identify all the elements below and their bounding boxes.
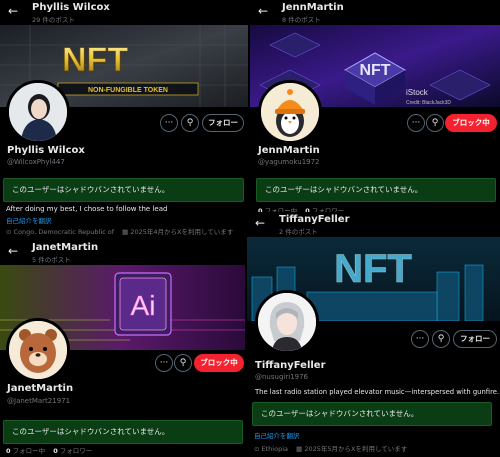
- translate-bio-link[interactable]: 自己紹介を翻訳: [254, 430, 300, 440]
- shadowban-status-banner: このユーザーはシャドウバンされていません。: [3, 178, 244, 202]
- shadowban-status-banner: このユーザーはシャドウバンされていません。: [3, 420, 243, 444]
- display-name: JennMartin: [258, 145, 320, 156]
- watermark-credit: Credit: BlackJack3D: [406, 100, 451, 106]
- back-arrow-icon[interactable]: ←: [8, 4, 18, 18]
- following-link[interactable]: フォロー中: [13, 447, 46, 455]
- penguin-orange-hat-avatar: [261, 83, 319, 141]
- profile-header-bar: ← JennMartin 8 件のポスト: [250, 0, 500, 25]
- back-arrow-icon[interactable]: ←: [8, 244, 18, 258]
- avatar[interactable]: [6, 318, 70, 382]
- banner-nft-text: NFT: [334, 247, 412, 291]
- header-name: TiffanyFeller: [279, 214, 350, 225]
- post-count: 2 件のポスト: [279, 228, 318, 236]
- profile-bio: After doing my best, I chose to follow t…: [6, 205, 168, 213]
- location-pin-icon: ⊙: [254, 445, 260, 453]
- user-handle: @nusugiri1976: [255, 373, 308, 381]
- display-name: Phyllis Wilcox: [7, 145, 85, 156]
- profile-panel-phyllis: ← Phyllis Wilcox 29 件のポスト NFT NON-FUNGIB…: [0, 0, 248, 236]
- location-text: Congo, Democratic Republic of: [13, 228, 115, 236]
- profile-meta-row: ⊙ Congo, Democratic Republic of ▦ 2025年4…: [6, 226, 233, 236]
- profile-panel-tiffany: ← TiffanyFeller 2 件のポスト NFT ··· ⚲ フォロー T…: [247, 212, 500, 457]
- display-name: TiffanyFeller: [255, 360, 326, 371]
- blocking-button[interactable]: ブロック中: [194, 354, 244, 372]
- more-options-button[interactable]: ···: [160, 114, 178, 132]
- profile-panel-jenn: ← JennMartin 8 件のポスト NFT iStock Credit: …: [250, 0, 500, 236]
- shadowban-status-banner: このユーザーはシャドウバンされていません。: [252, 402, 492, 426]
- banner-nft-text: NFT: [359, 62, 390, 79]
- more-options-button[interactable]: ···: [155, 354, 173, 372]
- header-name: JennMartin: [282, 2, 344, 13]
- profile-header-bar: ← Phyllis Wilcox 29 件のポスト: [0, 0, 248, 25]
- profile-header-bar: ← JanetMartin 5 件のポスト: [0, 240, 245, 265]
- banner-subtext: NON-FUNGIBLE TOKEN: [88, 87, 168, 94]
- banner-ai-text: Ai: [131, 290, 156, 321]
- user-handle: @WilcoxPhyl447: [7, 158, 65, 166]
- more-options-button[interactable]: ···: [411, 330, 429, 348]
- follow-stats: 0 フォロー中 0 フォロワー: [6, 445, 92, 455]
- banner-nft-text: NFT: [62, 41, 128, 79]
- search-icon[interactable]: ⚲: [432, 330, 450, 348]
- profile-meta-row: ⊙ Ethiopia ▦ 2025年5月からXを利用しています: [254, 443, 407, 453]
- user-handle: @JanetMart21971: [7, 397, 71, 405]
- following-count: 0: [6, 447, 11, 455]
- profile-header-bar: ← TiffanyFeller 2 件のポスト: [247, 212, 500, 237]
- avatar[interactable]: [258, 80, 322, 144]
- post-count: 29 件のポスト: [32, 16, 75, 24]
- header-name: JanetMartin: [32, 242, 99, 253]
- follow-button[interactable]: フォロー: [453, 330, 497, 348]
- anime-character-avatar: [258, 293, 316, 351]
- search-icon[interactable]: ⚲: [426, 114, 444, 132]
- more-options-button[interactable]: ···: [407, 114, 425, 132]
- display-name: JanetMartin: [7, 383, 74, 394]
- join-date: 2025年5月からXを利用しています: [304, 445, 408, 453]
- location-pin-icon: ⊙: [6, 228, 12, 236]
- header-name: Phyllis Wilcox: [32, 2, 110, 13]
- blocking-button[interactable]: ブロック中: [445, 114, 497, 132]
- istock-watermark: iStock: [406, 88, 429, 97]
- search-icon[interactable]: ⚲: [174, 354, 192, 372]
- bear-character-avatar: [9, 321, 67, 379]
- profile-panel-janet: ← JanetMartin 5 件のポスト Ai ··· ⚲ ブロック中 Jan…: [0, 240, 245, 457]
- back-arrow-icon[interactable]: ←: [258, 4, 268, 18]
- profile-bio: The last radio station played elevator m…: [255, 388, 500, 396]
- avatar[interactable]: [6, 80, 70, 144]
- search-icon[interactable]: ⚲: [181, 114, 199, 132]
- post-count: 5 件のポスト: [32, 256, 71, 264]
- follow-button[interactable]: フォロー: [202, 114, 244, 132]
- post-count: 8 件のポスト: [282, 16, 321, 24]
- avatar[interactable]: [255, 290, 319, 354]
- back-arrow-icon[interactable]: ←: [255, 216, 265, 230]
- followers-count: 0: [53, 447, 58, 455]
- woman-photo-avatar: [9, 83, 67, 141]
- shadowban-status-banner: このユーザーはシャドウバンされていません。: [256, 178, 496, 202]
- translate-bio-link[interactable]: 自己紹介を翻訳: [6, 215, 52, 225]
- calendar-icon: ▦: [296, 445, 303, 453]
- user-handle: @yagumoku1972: [258, 158, 320, 166]
- followers-link[interactable]: フォロワー: [60, 447, 93, 455]
- calendar-icon: ▦: [122, 228, 129, 236]
- join-date: 2025年4月からXを利用しています: [130, 228, 234, 236]
- location-text: Ethiopia: [261, 445, 289, 453]
